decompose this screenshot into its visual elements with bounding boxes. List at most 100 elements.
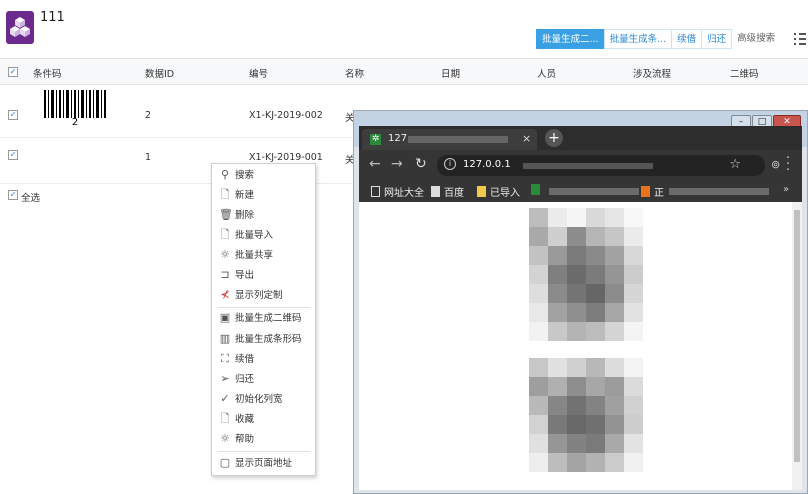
barcode-image: 2 [42, 90, 108, 128]
share-icon: ☼ [220, 248, 230, 261]
batch-barcode-button[interactable]: 批量生成条... [603, 29, 673, 49]
help-icon: ☼ [220, 432, 230, 445]
send-icon: ➢ [220, 372, 230, 385]
renew-icon: ⛶ [221, 352, 229, 365]
column-header-barcode[interactable]: 条件码 [33, 66, 62, 80]
menu-item-batch-qrcode[interactable]: ▣ 批量生成二维码 [213, 309, 314, 328]
pixelated-image [529, 208, 643, 346]
new-tab-button[interactable]: + [545, 129, 563, 147]
menu-item-renew[interactable]: ⛶ 续借 [213, 350, 314, 369]
browser-window: – □ ✕ ✲ 127 × + ← → ↻ i 127.0.0.1 ☆ ⊚ · ·… [353, 110, 808, 494]
column-header-date[interactable]: 日期 [441, 66, 460, 80]
column-header-name[interactable]: 名称 [345, 66, 364, 80]
bookmark-item[interactable] [531, 184, 544, 197]
app-window: 111 批量生成二... 批量生成条... 续借 归还 高级搜索 ✓ 条件码 数… [0, 0, 808, 494]
browser-toolbar: ← → ↻ i 127.0.0.1 ☆ ⊚ · · · [359, 150, 802, 180]
row-checkbox[interactable]: ✓ [8, 150, 18, 160]
column-header-data-id[interactable]: 数据ID [145, 66, 174, 80]
back-arrow-icon[interactable]: ← [369, 156, 381, 172]
column-header-code[interactable]: 编号 [249, 66, 268, 80]
bookmark-item[interactable]: 正 [641, 184, 664, 199]
menu-item-favorite[interactable]: 🗋 收藏 [213, 410, 314, 429]
forward-arrow-icon[interactable]: → [391, 156, 403, 172]
more-bookmarks-icon[interactable]: » [783, 184, 789, 195]
page-icon [431, 186, 440, 197]
app-logo [6, 11, 34, 44]
menu-item-page-address[interactable]: ▢ 显示页面地址 [213, 454, 314, 473]
search-icon: ⚲ [220, 168, 230, 181]
barcode-text: 2 [71, 117, 79, 128]
check-circle-icon: ✓ [220, 392, 230, 405]
play-icon [641, 186, 650, 197]
menu-item-init-width[interactable]: ✓ 初始化列宽 [213, 390, 314, 409]
renew-button[interactable]: 续借 [671, 29, 703, 49]
row-code: X1-KJ-2019-002 [249, 110, 323, 121]
tab-close-icon[interactable]: × [522, 132, 531, 145]
row-checkbox[interactable]: ✓ [8, 110, 18, 120]
import-icon: 🗋 [220, 228, 230, 241]
page-address-icon: ▢ [219, 456, 231, 469]
browser-tab[interactable]: ✲ 127 × [362, 129, 537, 150]
bookmark-item[interactable]: 百度 [431, 184, 464, 199]
trash-icon: 🗑 [219, 208, 233, 221]
scrollbar-thumb[interactable] [794, 210, 800, 462]
row-code: X1-KJ-2019-001 [249, 152, 323, 163]
redacted-text [523, 163, 653, 169]
redacted-text [669, 188, 769, 195]
extension-icon[interactable]: ⊚ [771, 158, 780, 171]
menu-item-export[interactable]: ⊐ 导出 [213, 266, 314, 285]
browser-tab-bar: ✲ 127 × + [359, 126, 802, 150]
reload-icon[interactable]: ↻ [415, 156, 427, 172]
header-checkbox[interactable]: ✓ [8, 67, 18, 77]
batch-qrcode-button[interactable]: 批量生成二... [536, 29, 605, 49]
menu-item-search[interactable]: ⚲ 搜索 [213, 166, 314, 185]
pixelated-image [529, 358, 643, 488]
app-title: 111 [40, 10, 65, 25]
menu-separator [218, 451, 310, 452]
bookmark-item[interactable]: 网址大全 [371, 184, 424, 199]
site-favicon-icon [531, 184, 540, 195]
column-header-person[interactable]: 人员 [537, 66, 556, 80]
star-icon[interactable]: ☆ [729, 157, 741, 172]
table-header: ✓ 条件码 数据ID 编号 名称 日期 人员 涉及流程 二维码 [0, 58, 808, 85]
qrcode-icon: ▣ [219, 311, 231, 324]
tab-title: 127 [388, 133, 408, 144]
select-all-label[interactable]: 全选 [21, 190, 40, 204]
menu-item-return[interactable]: ➢ 归还 [213, 370, 314, 389]
cubes-icon [10, 17, 30, 37]
bookmark-icon: 🗋 [220, 412, 230, 425]
list-view-icon[interactable] [794, 32, 806, 46]
return-button[interactable]: 归还 [701, 29, 733, 49]
advanced-search-link[interactable]: 高级搜索 [731, 29, 781, 49]
toolbar: 批量生成二... 批量生成条... 续借 归还 高级搜索 [536, 29, 781, 49]
redacted-text [408, 136, 508, 143]
new-document-icon: 🗋 [220, 188, 230, 201]
menu-item-column-custom[interactable]: ⊀ 显示列定制 [213, 286, 314, 305]
menu-item-batch-import[interactable]: 🗋 批量导入 [213, 226, 314, 245]
bookmarks-bar: 网址大全 百度 已导入 正 » [359, 180, 802, 202]
address-url: 127.0.0.1 [463, 159, 511, 170]
site-favicon-icon: ✲ [370, 134, 381, 145]
menu-dots-icon[interactable]: · · · [786, 152, 790, 177]
info-icon[interactable]: i [444, 158, 456, 170]
vertical-scrollbar[interactable] [792, 202, 802, 490]
browser-page-content [359, 202, 802, 490]
address-bar[interactable]: i 127.0.0.1 ☆ [437, 155, 765, 176]
export-icon: ⊐ [220, 268, 230, 281]
context-menu: ⚲ 搜索 🗋 新建 🗑 删除 🗋 批量导入 ☼ 批量共享 ⊐ 导出 ⊀ 显示列定制 ▣ 批量生成… [211, 163, 316, 476]
menu-item-batch-barcode[interactable]: ▥ 批量生成条形码 [213, 330, 314, 349]
columns-icon: ⊀ [220, 288, 230, 301]
column-header-process[interactable]: 涉及流程 [633, 66, 671, 80]
menu-item-new[interactable]: 🗋 新建 [213, 186, 314, 205]
column-header-qrcode[interactable]: 二维码 [730, 66, 759, 80]
folder-icon [477, 186, 486, 197]
menu-item-help[interactable]: ☼ 帮助 [213, 430, 314, 449]
redacted-text [549, 188, 639, 195]
select-all-checkbox[interactable]: ✓ [8, 190, 18, 200]
menu-separator [218, 307, 310, 308]
menu-item-batch-share[interactable]: ☼ 批量共享 [213, 246, 314, 265]
page-icon [371, 186, 380, 197]
menu-item-delete[interactable]: 🗑 删除 [213, 206, 314, 225]
row-data-id: 2 [145, 110, 152, 121]
bookmark-item[interactable]: 已导入 [477, 184, 520, 199]
